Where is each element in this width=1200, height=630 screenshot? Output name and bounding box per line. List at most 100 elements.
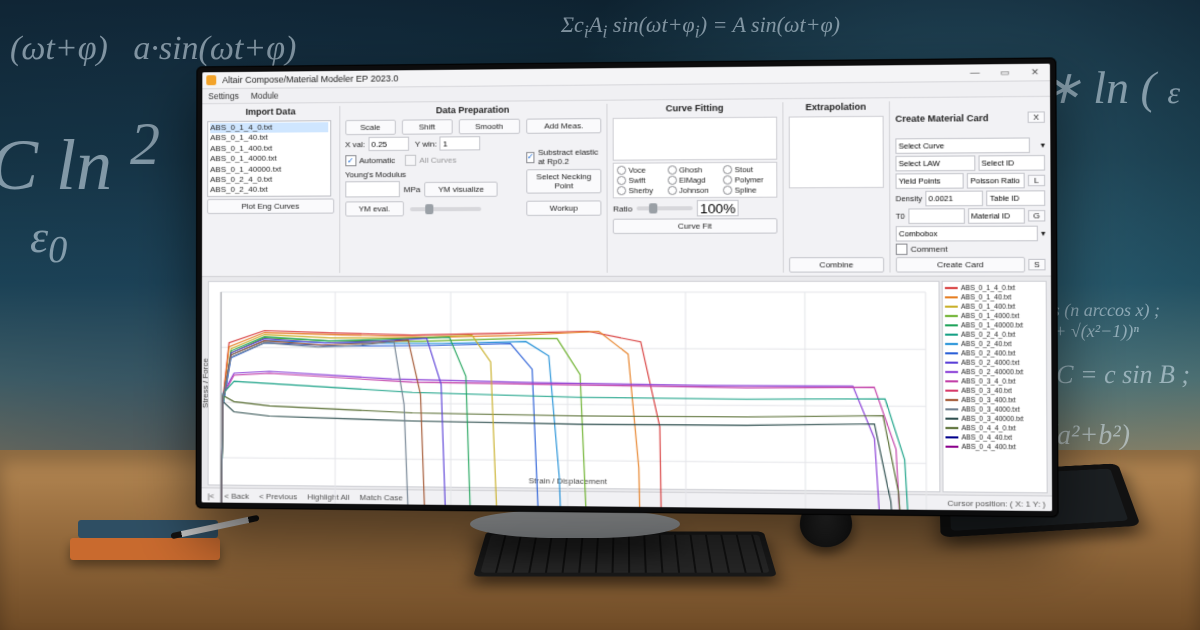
density-input[interactable] [925, 191, 983, 207]
all-curves-checkbox[interactable]: All Curves [405, 155, 456, 166]
panel-title-card: Create Material Card [895, 113, 1027, 124]
select-id-input[interactable] [978, 155, 1045, 171]
legend-item: ABS_0_1_4_0.txt [945, 284, 1044, 293]
file-item[interactable]: ABS_0_1_40000.txt [210, 164, 328, 175]
fit-model-option[interactable]: Spline [723, 185, 773, 194]
ym-visualize-button[interactable]: YM visualize [424, 181, 497, 197]
select-curve-dropdown[interactable] [895, 137, 1030, 153]
legend-item: ABS_0_2_4_0.txt [945, 330, 1044, 340]
chart-legend: ABS_0_1_4_0.txtABS_0_1_40.txt ABS_0_1_400… [942, 281, 1048, 494]
card-side-s[interactable]: S [1028, 259, 1045, 270]
ywin-label: Y win: [415, 139, 437, 148]
subtract-rp02-checkbox[interactable]: ✓Substract elastic at Rp0.2 [526, 148, 602, 167]
file-item[interactable]: ABS_0_1_40.txt [210, 133, 328, 144]
combine-button[interactable]: Combine [789, 257, 884, 273]
app-window: Altair Compose/Material Modeler EP 2023.… [202, 64, 1053, 511]
poisson-input[interactable] [967, 173, 1025, 189]
card-side-g[interactable]: G [1028, 210, 1045, 221]
automatic-checkbox[interactable]: ✓Automatic [345, 155, 395, 166]
select-necking-button[interactable]: Select Necking Point [526, 169, 602, 194]
combobox-input[interactable] [896, 226, 1038, 242]
ym-value-input[interactable] [345, 181, 400, 197]
legend-item: ABS_0_2_40.txt [945, 340, 1044, 350]
bg-formula: ε0 [30, 210, 67, 272]
select-law-dropdown[interactable] [895, 155, 975, 171]
minimize-button[interactable]: — [964, 67, 985, 78]
legend-item: ABS_0_3_4_0.txt [945, 377, 1044, 387]
ywin-input[interactable] [440, 136, 481, 150]
fit-model-option[interactable]: Johnson [668, 186, 718, 195]
monitor: Altair Compose/Material Modeler EP 2023.… [196, 57, 1059, 517]
legend-item: ABS_0_3_400.txt [945, 396, 1044, 406]
table-id-input[interactable] [987, 190, 1046, 206]
chart-area: Stress / Force Strain / Displacement 00.… [202, 277, 1052, 496]
curve-fit-button[interactable]: Curve Fit [613, 218, 777, 234]
extra-preview-box [788, 116, 883, 189]
scale-button[interactable]: Scale [345, 120, 396, 135]
ym-eval-button[interactable]: YM eval. [345, 201, 404, 216]
legend-item: ABS_0_3_4000.txt [945, 405, 1044, 415]
panel-title-prep: Data Preparation [345, 104, 602, 116]
file-item[interactable]: ABS_0_2_40.txt [210, 185, 328, 196]
scene-root: (ωt+φ) a·sin(ωt+φ) C ln 2 ε0 ΣciAi sin(ω… [0, 0, 1200, 630]
workup-button[interactable]: Workup [526, 200, 602, 216]
panel-curve-fitting: Curve Fitting Voce Ghosh Stout Swift ElMagd P… [608, 99, 783, 276]
card-side-l[interactable]: L [1028, 175, 1045, 187]
fit-model-option[interactable]: Voce [617, 165, 662, 174]
file-item[interactable]: ABS_0_2_4_0.txt [210, 174, 328, 185]
legend-item: ABS_0_4_400.txt [946, 442, 1045, 452]
panel-create-card: Create Material CardX ▾ L Density T0G ▾ … [890, 97, 1051, 276]
monitor-stand-base [470, 510, 680, 538]
app-icon [206, 75, 216, 85]
legend-item: ABS_0_1_4000.txt [945, 312, 1044, 321]
plot-eng-curves-button[interactable]: Plot Eng Curves [207, 198, 334, 214]
panel-title-fit: Curve Fitting [613, 102, 777, 114]
control-strip: Import Data ABS_0_1_4_0.txtABS_0_1_40.tx… [202, 97, 1051, 277]
legend-item: ABS_0_2_4000.txt [945, 358, 1044, 368]
legend-item: ABS_0_3_40.txt [945, 386, 1044, 396]
fit-model-option[interactable]: Stout [723, 165, 773, 174]
legend-item: ABS_0_2_40000.txt [945, 368, 1044, 378]
file-item[interactable]: ABS_0_2_400.txt [210, 195, 328, 197]
menu-module[interactable]: Module [251, 91, 279, 101]
menu-settings[interactable]: Settings [208, 91, 239, 101]
card-side-x[interactable]: X [1028, 112, 1045, 124]
keyboard [473, 532, 777, 577]
material-id-input[interactable] [968, 208, 1025, 224]
ratio-input[interactable] [697, 200, 739, 217]
file-item[interactable]: ABS_0_1_400.txt [210, 143, 328, 154]
t0-input[interactable] [908, 208, 965, 224]
file-item[interactable]: ABS_0_1_4000.txt [210, 154, 328, 165]
ratio-slider[interactable] [637, 206, 693, 210]
panel-data-prep: Data Preparation Scale Shift Smooth X va… [340, 101, 607, 276]
fit-model-option[interactable]: Polymer [723, 175, 773, 184]
panel-title-extra: Extrapolation [788, 101, 883, 112]
status-cursor: Cursor position: ( X: 1 Y: ) [947, 498, 1045, 508]
panel-import: Import Data ABS_0_1_4_0.txtABS_0_1_40.tx… [202, 103, 339, 276]
mpa-label: MPa [404, 185, 421, 194]
comment-checkbox[interactable]: Comment [896, 243, 948, 254]
legend-item: ABS_0_2_400.txt [945, 349, 1044, 359]
legend-item: ABS_0_1_40.txt [945, 293, 1044, 302]
xval-label: X val: [345, 140, 365, 149]
maximize-button[interactable]: ▭ [994, 67, 1015, 78]
ym-slider[interactable] [410, 206, 481, 210]
xval-input[interactable] [368, 137, 408, 151]
bg-formula: ΣciAi sin(ωt+φi) = A sin(ωt+φ) [561, 12, 840, 42]
create-card-button[interactable]: Create Card [896, 257, 1025, 273]
smooth-button[interactable]: Smooth [459, 119, 520, 135]
shift-button[interactable]: Shift [402, 119, 453, 135]
stress-strain-chart[interactable]: Stress / Force Strain / Displacement 00.… [208, 281, 941, 493]
bg-formula: (ωt+φ) a·sin(ωt+φ) [10, 30, 296, 68]
fit-model-option[interactable]: ElMagd [668, 175, 718, 184]
ratio-label: Ratio [613, 204, 632, 213]
yield-points-input[interactable] [895, 173, 964, 189]
fit-model-option[interactable]: Swift [617, 176, 662, 185]
fit-preview-box [613, 117, 777, 161]
close-button[interactable]: ✕ [1024, 67, 1046, 78]
add-meas-button[interactable]: Add Meas. [526, 118, 602, 134]
fit-model-option[interactable]: Sherby [617, 186, 662, 195]
panel-extrapolation: Extrapolation Combine [783, 98, 889, 275]
file-listbox[interactable]: ABS_0_1_4_0.txtABS_0_1_40.txtABS_0_1_400… [207, 120, 331, 197]
fit-model-option[interactable]: Ghosh [668, 165, 718, 174]
